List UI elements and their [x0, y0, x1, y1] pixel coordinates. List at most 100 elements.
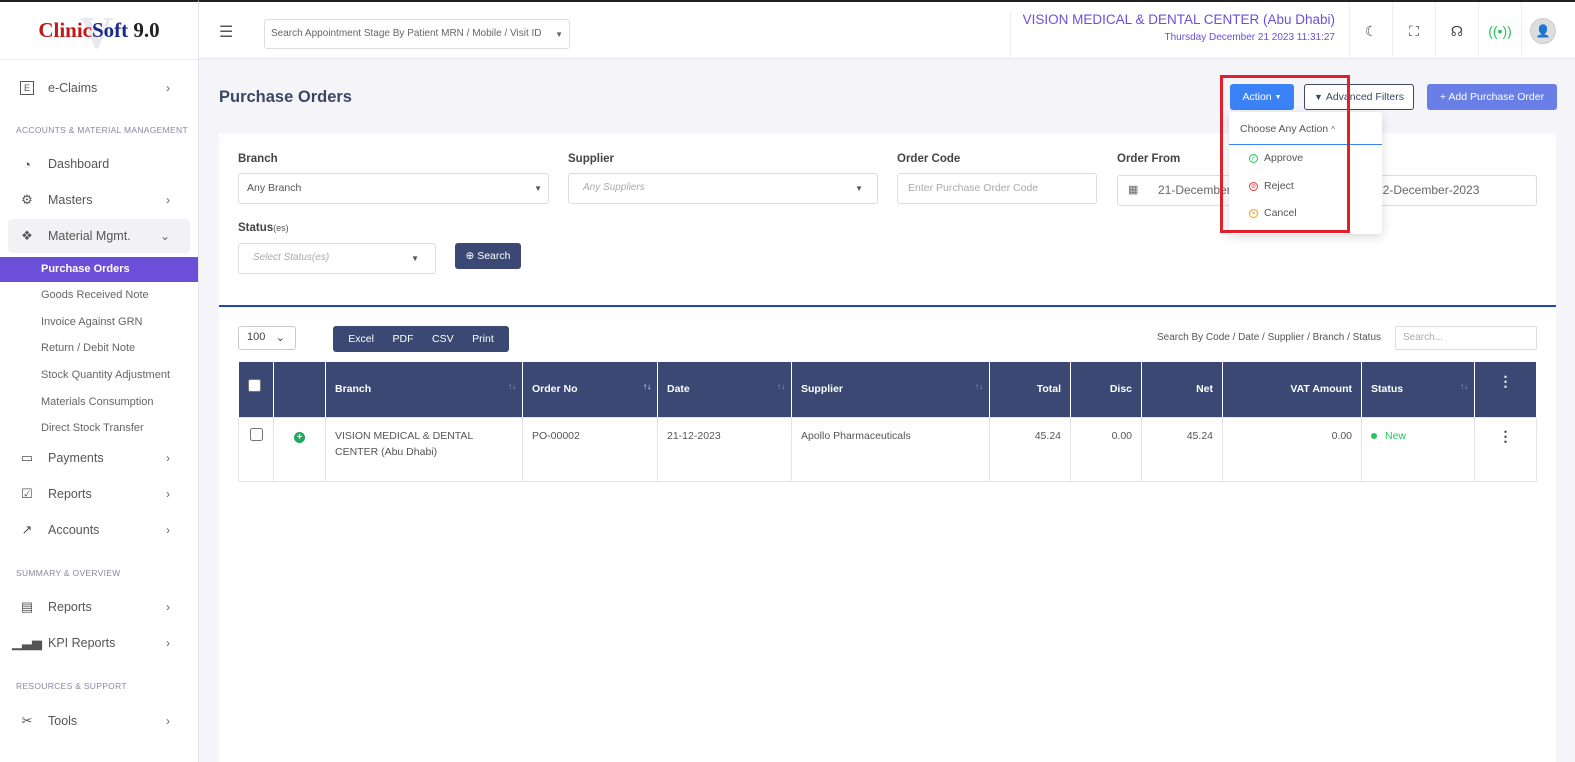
- col-status[interactable]: Status ↑↓: [1361, 362, 1475, 417]
- sidebar-item-material[interactable]: ❖ Material Mgmt. ⌄: [8, 219, 190, 253]
- sidebar-sub-purchase-orders[interactable]: Purchase Orders: [0, 257, 198, 282]
- top-bar: ☰ Search Appointment Stage By Patient MR…: [199, 0, 1575, 60]
- order-from-label: Order From: [1117, 153, 1181, 165]
- sidebar-item-dashboard[interactable]: ◔ Dashboard: [8, 147, 190, 181]
- sidebar-label: Material Mgmt.: [48, 229, 131, 243]
- sidebar-item-masters[interactable]: ⚙ Masters ›: [8, 183, 190, 217]
- col-menu[interactable]: ⋮: [1474, 362, 1537, 417]
- cell-total: 45.24: [989, 416, 1071, 482]
- select-all-checkbox[interactable]: [247, 379, 261, 393]
- sidebar-sub-return[interactable]: Return / Debit Note: [41, 342, 135, 354]
- status-suffix: (es): [273, 223, 289, 233]
- sidebar-item-accounts[interactable]: ↗ Accounts ›: [8, 513, 190, 547]
- col-disc[interactable]: Disc: [1070, 362, 1142, 417]
- header-label: Status: [1371, 383, 1404, 396]
- header-label: Supplier: [801, 383, 844, 396]
- branch-label: Branch: [238, 153, 278, 165]
- appointment-search-select[interactable]: Search Appointment Stage By Patient MRN …: [264, 19, 570, 49]
- export-csv-button[interactable]: CSV: [432, 333, 454, 345]
- add-purchase-order-button[interactable]: + Add Purchase Order: [1427, 84, 1557, 110]
- table-header-row: Branch ↑↓ Order No ↑↓ Date ↑↓ Supplier ↑↓ To…: [238, 362, 1537, 417]
- header-label: Order No: [532, 383, 578, 396]
- headset-icon[interactable]: ☊: [1435, 2, 1478, 60]
- per-page-select[interactable]: 100 ⌄: [238, 326, 296, 350]
- row-checkbox[interactable]: [249, 427, 263, 441]
- status-select[interactable]: Select Status(es) ▼: [238, 243, 436, 274]
- col-supplier[interactable]: Supplier ↑↓: [791, 362, 990, 417]
- avatar[interactable]: 👤: [1530, 18, 1556, 44]
- search-button[interactable]: ⊕ Search: [455, 243, 521, 269]
- caret-down-icon: ▼: [534, 184, 542, 193]
- row-kebab-icon[interactable]: ⋮: [1499, 428, 1513, 444]
- col-branch[interactable]: Branch ↑↓: [325, 362, 523, 417]
- col-net[interactable]: Net: [1141, 362, 1223, 417]
- sidebar-item-kpi[interactable]: ▁▃▅ KPI Reports ›: [8, 626, 190, 660]
- chevron-down-icon: ⌄: [275, 332, 285, 344]
- app-logo[interactable]: V ClinicSoft 9.0: [0, 2, 198, 60]
- clinic-name: VISION MEDICAL & DENTAL CENTER (Abu Dhab…: [1022, 12, 1335, 27]
- sidebar-label: Tools: [48, 714, 78, 728]
- sidebar-item-tools[interactable]: ✂ Tools ›: [8, 704, 190, 738]
- header-label: Disc: [1109, 383, 1132, 396]
- cell-vat: 0.00: [1222, 416, 1362, 482]
- moon-icon[interactable]: ☾: [1349, 2, 1392, 60]
- sidebar-sub-invoice[interactable]: Invoice Against GRN: [41, 316, 143, 328]
- sidebar-item-reports[interactable]: ☑ Reports ›: [8, 477, 190, 511]
- table-search-input[interactable]: Search...: [1395, 326, 1537, 350]
- sort-icon: ↑↓: [643, 382, 651, 391]
- per-page-value: 100: [247, 331, 266, 343]
- chevron-right-icon: ›: [166, 714, 170, 728]
- branch-select[interactable]: Any Branch ▼: [238, 173, 549, 204]
- sidebar-sub-transfer[interactable]: Direct Stock Transfer: [41, 422, 144, 434]
- sidebar-item-payments[interactable]: ▭ Payments ›: [8, 441, 190, 475]
- bar-chart-icon: ▁▃▅: [12, 635, 42, 650]
- sort-icon: ↑↓: [975, 382, 983, 391]
- supplier-placeholder: Any Suppliers: [583, 182, 645, 193]
- chevron-down-icon: ⌄: [159, 229, 170, 243]
- chevron-right-icon: ›: [166, 193, 170, 207]
- col-vat[interactable]: VAT Amount: [1222, 362, 1362, 417]
- table-search-hint: Search By Code / Date / Supplier / Branc…: [1157, 332, 1382, 343]
- expand-plus-icon[interactable]: +: [294, 431, 305, 443]
- chevron-right-icon: ›: [166, 600, 170, 614]
- supplier-label: Supplier: [568, 153, 615, 165]
- hamburger-icon[interactable]: ☰: [219, 22, 233, 42]
- cell-branch: VISION MEDICAL & DENTAL CENTER (Abu Dhab…: [325, 416, 523, 482]
- expand-header: [273, 362, 326, 417]
- export-excel-button[interactable]: Excel: [348, 333, 374, 345]
- kebab-icon[interactable]: ⋮: [1499, 373, 1513, 389]
- section-heading: RESOURCES & SUPPORT: [16, 681, 127, 691]
- broadcast-icon[interactable]: ((•)): [1478, 2, 1521, 60]
- cell-status: New: [1361, 416, 1475, 482]
- row-expand-cell: +: [273, 416, 326, 482]
- sidebar-label: Reports: [48, 600, 92, 614]
- row-select-cell: [238, 416, 274, 482]
- supplier-select[interactable]: Any Suppliers ▼: [568, 173, 878, 204]
- header-label: Net: [1196, 383, 1213, 396]
- sidebar-label: Accounts: [48, 523, 100, 537]
- col-total[interactable]: Total: [989, 362, 1071, 417]
- logo-version: 9.0: [133, 18, 160, 42]
- sidebar-sub-consumption[interactable]: Materials Consumption: [41, 396, 154, 408]
- order-to-value: 22-December-2023: [1376, 183, 1480, 197]
- section-heading: SUMMARY & OVERVIEW: [16, 568, 121, 578]
- sidebar-label: Dashboard: [48, 157, 110, 171]
- status-dot: [1371, 432, 1377, 439]
- export-pdf-button[interactable]: PDF: [392, 333, 413, 345]
- sidebar-sub-grn[interactable]: Goods Received Note: [41, 289, 149, 301]
- fullscreen-icon[interactable]: ⛶: [1392, 2, 1435, 60]
- sort-icon: ↑↓: [1460, 382, 1468, 391]
- order-code-input[interactable]: Enter Purchase Order Code: [897, 173, 1097, 204]
- table-row[interactable]: + VISION MEDICAL & DENTAL CENTER (Abu Dh…: [238, 416, 1537, 482]
- sidebar-sub-stock-adjust[interactable]: Stock Quantity Adjustment: [41, 369, 170, 381]
- sidebar-item-reports-summary[interactable]: ▤ Reports ›: [8, 590, 190, 624]
- avatar-wrap[interactable]: 👤: [1521, 2, 1564, 60]
- col-date[interactable]: Date ↑↓: [657, 362, 792, 417]
- sidebar-item-eclaims[interactable]: Ee-Claims ›: [8, 71, 190, 105]
- cell-disc: 0.00: [1070, 416, 1142, 482]
- chart-line-icon: ↗: [21, 522, 33, 537]
- print-button[interactable]: Print: [472, 333, 494, 345]
- sidebar-label: KPI Reports: [48, 636, 116, 650]
- col-order-no[interactable]: Order No ↑↓: [522, 362, 658, 417]
- select-all-header: [238, 362, 274, 417]
